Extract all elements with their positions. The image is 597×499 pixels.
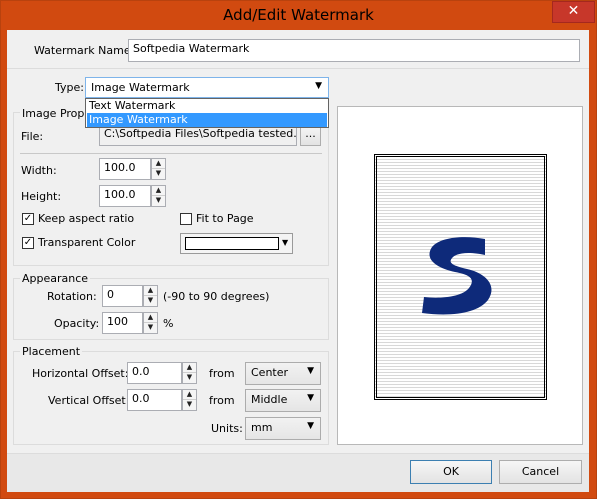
keep-aspect-checkbox[interactable]: ✓ <box>22 213 34 225</box>
opacity-label: Opacity: <box>54 317 100 330</box>
spin-up-icon[interactable]: ▲ <box>144 313 157 323</box>
color-picker[interactable]: ▼ <box>180 233 293 254</box>
spin-up-icon[interactable]: ▲ <box>152 186 165 196</box>
height-stepper[interactable]: ▲ ▼ <box>151 185 166 207</box>
opacity-unit: % <box>163 317 174 330</box>
rotation-label: Rotation: <box>47 290 97 303</box>
type-option-text[interactable]: Text Watermark <box>87 99 327 113</box>
fit-to-page-label: Fit to Page <box>196 212 254 225</box>
spin-down-icon[interactable]: ▼ <box>152 196 165 206</box>
horizontal-offset-label: Horizontal Offset: <box>32 367 129 380</box>
transparent-color-checkbox[interactable]: ✓ <box>22 237 34 249</box>
spin-down-icon[interactable]: ▼ <box>183 400 196 410</box>
height-label: Height: <box>21 190 62 203</box>
spin-up-icon[interactable]: ▲ <box>152 159 165 169</box>
title-bar[interactable]: Add/Edit Watermark ✕ <box>0 0 597 30</box>
rotation-hint: (-90 to 90 degrees) <box>163 290 270 303</box>
units-select[interactable]: mm ▼ <box>245 417 321 440</box>
appearance-title: Appearance <box>20 272 91 285</box>
image-properties-title: Image Prope <box>20 107 94 120</box>
type-option-image[interactable]: Image Watermark <box>87 113 327 127</box>
file-label: File: <box>21 130 44 143</box>
ok-button[interactable]: OK <box>410 460 492 484</box>
color-swatch <box>185 237 279 250</box>
horizontal-offset-input[interactable]: 0.0 <box>127 362 182 384</box>
placement-title: Placement <box>20 345 83 358</box>
window-title: Add/Edit Watermark <box>223 6 374 24</box>
close-button[interactable]: ✕ <box>552 1 595 23</box>
preview-panel <box>337 106 583 445</box>
cancel-button[interactable]: Cancel <box>499 460 582 484</box>
horizontal-anchor-select[interactable]: Center ▼ <box>245 362 321 385</box>
page-preview <box>374 154 547 400</box>
type-select[interactable]: Image Watermark ▼ <box>85 77 329 98</box>
height-input[interactable]: 100.0 <box>99 185 151 207</box>
type-select-value: Image Watermark <box>91 81 190 94</box>
units-value: mm <box>251 421 273 434</box>
horizontal-anchor-value: Center <box>251 366 289 379</box>
transparent-color-label: Transparent Color <box>38 236 136 249</box>
vertical-anchor-select[interactable]: Middle ▼ <box>245 389 321 412</box>
watermark-name-input[interactable]: Softpedia Watermark <box>128 39 580 62</box>
opacity-stepper[interactable]: ▲ ▼ <box>143 312 158 334</box>
vertical-from-label: from <box>209 394 235 407</box>
spin-up-icon[interactable]: ▲ <box>144 286 157 296</box>
spin-down-icon[interactable]: ▼ <box>183 373 196 383</box>
width-stepper[interactable]: ▲ ▼ <box>151 158 166 180</box>
opacity-input[interactable]: 100 <box>102 312 143 334</box>
rotation-stepper[interactable]: ▲ ▼ <box>143 285 158 307</box>
chevron-down-icon[interactable]: ▼ <box>282 238 288 247</box>
vertical-offset-label: Vertical Offset: <box>48 394 130 407</box>
vertical-anchor-value: Middle <box>251 393 288 406</box>
type-dropdown-list: Text Watermark Image Watermark <box>85 98 329 128</box>
rotation-input[interactable]: 0 <box>102 285 143 307</box>
spin-down-icon[interactable]: ▼ <box>144 323 157 333</box>
horizontal-offset-stepper[interactable]: ▲ ▼ <box>182 362 197 384</box>
spin-down-icon[interactable]: ▼ <box>152 169 165 179</box>
chevron-down-icon: ▼ <box>315 81 322 91</box>
s-logo-icon <box>422 237 492 315</box>
type-label: Type: <box>55 81 84 94</box>
appearance-group <box>13 278 329 340</box>
chevron-down-icon: ▼ <box>307 366 314 376</box>
dialog-body: Watermark Name: Softpedia Watermark Type… <box>7 30 589 492</box>
fit-to-page-checkbox[interactable] <box>180 213 192 225</box>
horizontal-from-label: from <box>209 367 235 380</box>
units-label: Units: <box>211 422 243 435</box>
width-label: Width: <box>21 164 57 177</box>
spin-up-icon[interactable]: ▲ <box>183 363 196 373</box>
spin-down-icon[interactable]: ▼ <box>144 296 157 306</box>
divider <box>7 68 589 69</box>
vertical-offset-input[interactable]: 0.0 <box>127 389 182 411</box>
width-input[interactable]: 100.0 <box>99 158 151 180</box>
divider <box>20 153 322 154</box>
chevron-down-icon: ▼ <box>307 393 314 403</box>
watermark-name-label: Watermark Name: <box>34 44 135 57</box>
spin-up-icon[interactable]: ▲ <box>183 390 196 400</box>
keep-aspect-label: Keep aspect ratio <box>38 212 135 225</box>
chevron-down-icon: ▼ <box>307 421 314 431</box>
vertical-offset-stepper[interactable]: ▲ ▼ <box>182 389 197 411</box>
